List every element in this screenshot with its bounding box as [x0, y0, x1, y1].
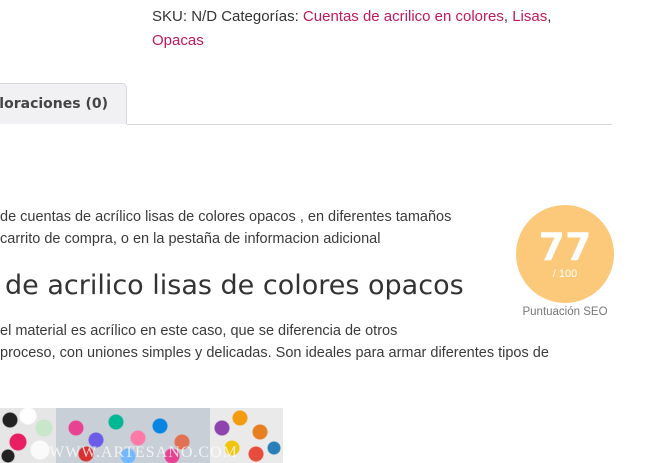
- body-line-1: el material es acrílico en este caso, qu…: [0, 323, 398, 339]
- body-line-2: proceso, con uniones simples y delicadas…: [0, 345, 549, 361]
- product-description: el material es acrílico en este caso, qu…: [0, 320, 549, 364]
- category-link-opacas[interactable]: Opacas: [152, 32, 204, 49]
- product-intro: de cuentas de acrílico lisas de colores …: [0, 206, 451, 250]
- intro-line-1: de cuentas de acrílico lisas de colores …: [0, 209, 452, 225]
- product-gallery: WWW.ARTESANO.COM: [0, 408, 283, 463]
- sku-label: SKU:: [152, 8, 188, 25]
- sku-value: N/D: [191, 8, 218, 25]
- product-meta: SKU: N/D Categorías: Cuentas de acrilico…: [152, 5, 592, 53]
- intro-line-2: carrito de compra, o en la pestaña de in…: [0, 231, 381, 247]
- seo-score-label: Puntuación SEO: [522, 306, 608, 318]
- seo-score-value: 77: [538, 224, 592, 269]
- seo-score-max: / 100: [552, 267, 578, 280]
- category-separator: ,: [547, 8, 552, 25]
- categories-label: Categorías:: [221, 8, 299, 25]
- seo-score-badge: 77 / 100: [516, 205, 614, 303]
- category-link-cuentas[interactable]: Cuentas de acrilico en colores: [303, 8, 504, 25]
- tab-valoraciones[interactable]: aloraciones (0): [0, 83, 127, 124]
- category-link-lisas[interactable]: Lisas: [512, 8, 547, 25]
- tab-divider: [127, 124, 612, 125]
- section-heading: de acrilico lisas de colores opacos: [5, 270, 464, 301]
- category-separator: ,: [503, 8, 509, 25]
- gallery-watermark: WWW.ARTESANO.COM: [49, 444, 238, 461]
